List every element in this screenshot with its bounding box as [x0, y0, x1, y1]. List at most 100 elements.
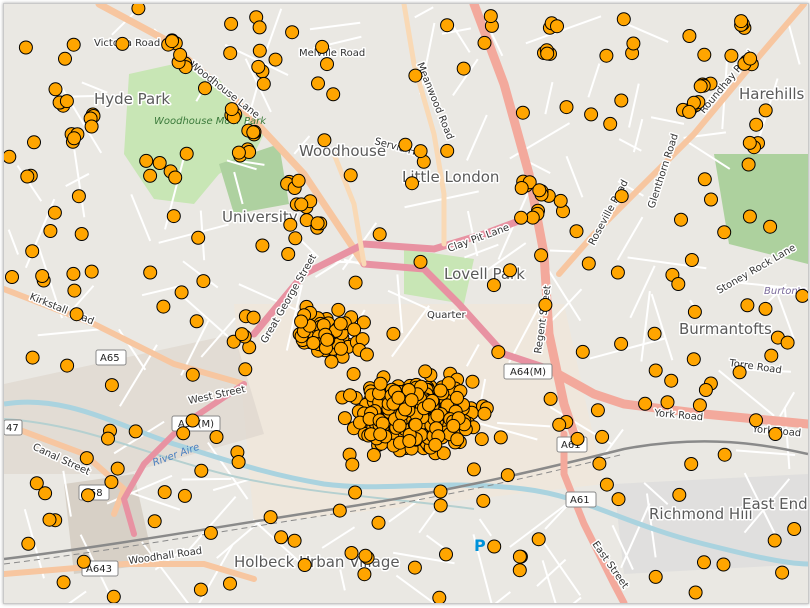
location-marker[interactable] — [724, 48, 739, 63]
location-marker[interactable] — [224, 16, 239, 31]
location-marker[interactable] — [173, 47, 188, 62]
location-marker[interactable] — [671, 277, 686, 291]
location-marker[interactable] — [693, 79, 708, 94]
location-marker[interactable] — [584, 107, 599, 122]
location-marker[interactable] — [320, 57, 334, 72]
location-marker[interactable] — [534, 248, 549, 263]
location-marker[interactable] — [48, 82, 63, 97]
location-marker[interactable] — [538, 297, 553, 312]
location-marker[interactable] — [344, 546, 359, 560]
location-marker[interactable] — [128, 424, 143, 439]
location-marker[interactable] — [697, 172, 712, 187]
location-marker[interactable] — [371, 515, 386, 530]
location-marker[interactable] — [334, 341, 348, 356]
location-marker[interactable] — [795, 288, 808, 303]
location-marker[interactable] — [268, 52, 283, 67]
location-marker[interactable] — [35, 269, 50, 283]
location-marker[interactable] — [402, 434, 417, 448]
location-marker[interactable] — [343, 388, 357, 403]
location-marker[interactable] — [315, 39, 330, 54]
location-marker[interactable] — [281, 247, 296, 261]
location-marker[interactable] — [682, 104, 697, 119]
location-marker[interactable] — [231, 455, 246, 469]
location-marker[interactable] — [366, 448, 381, 462]
location-marker[interactable] — [465, 374, 480, 389]
location-marker[interactable] — [486, 278, 501, 293]
location-marker[interactable] — [717, 225, 732, 240]
location-marker[interactable] — [359, 347, 374, 362]
location-marker[interactable] — [491, 345, 506, 360]
location-marker[interactable] — [732, 365, 747, 380]
location-marker[interactable] — [660, 395, 675, 410]
location-marker[interactable] — [60, 358, 75, 373]
location-marker[interactable] — [531, 532, 546, 547]
location-marker[interactable] — [476, 493, 491, 508]
location-marker[interactable] — [686, 352, 701, 367]
location-marker[interactable] — [5, 270, 19, 284]
location-marker[interactable] — [373, 427, 388, 442]
location-marker[interactable] — [743, 51, 758, 66]
location-marker[interactable] — [648, 363, 663, 378]
location-marker[interactable] — [408, 417, 423, 432]
location-marker[interactable] — [764, 348, 779, 363]
location-marker[interactable] — [734, 14, 749, 29]
location-marker[interactable] — [599, 477, 614, 492]
location-marker[interactable] — [422, 398, 436, 413]
location-marker[interactable] — [450, 390, 464, 405]
location-marker[interactable] — [196, 274, 211, 289]
location-marker[interactable] — [590, 403, 605, 418]
location-marker[interactable] — [614, 336, 629, 351]
location-marker[interactable] — [176, 426, 191, 441]
location-marker[interactable] — [42, 512, 57, 527]
location-marker[interactable] — [306, 336, 321, 350]
location-marker[interactable] — [512, 563, 527, 578]
location-marker[interactable] — [684, 457, 699, 471]
location-marker[interactable] — [512, 549, 527, 564]
location-marker[interactable] — [185, 413, 200, 428]
location-marker[interactable] — [246, 310, 261, 325]
location-marker[interactable] — [647, 326, 662, 341]
location-marker[interactable] — [157, 485, 172, 500]
location-marker[interactable] — [274, 530, 289, 545]
location-marker[interactable] — [614, 189, 629, 204]
map-canvas[interactable]: Woodhouse Little London Lovell Park Burm… — [4, 4, 808, 603]
location-marker[interactable] — [104, 475, 119, 489]
location-marker[interactable] — [532, 183, 547, 198]
location-marker[interactable] — [358, 548, 373, 563]
location-marker[interactable] — [285, 25, 300, 40]
location-marker[interactable] — [407, 560, 422, 575]
location-marker[interactable] — [152, 156, 167, 170]
location-marker[interactable] — [291, 173, 306, 188]
location-marker[interactable] — [439, 547, 453, 562]
location-marker[interactable] — [224, 102, 239, 117]
location-marker[interactable] — [198, 81, 212, 96]
location-marker[interactable] — [553, 193, 568, 208]
location-marker[interactable] — [610, 265, 625, 280]
location-marker[interactable] — [440, 143, 455, 158]
location-marker[interactable] — [66, 37, 81, 52]
location-marker[interactable] — [294, 197, 309, 212]
location-marker[interactable] — [348, 275, 363, 290]
location-marker[interactable] — [343, 168, 358, 183]
location-marker[interactable] — [487, 539, 502, 554]
location-marker[interactable] — [156, 299, 171, 314]
location-marker[interactable] — [252, 43, 267, 58]
location-marker[interactable] — [27, 135, 41, 150]
location-marker[interactable] — [688, 585, 703, 600]
location-marker[interactable] — [611, 492, 626, 507]
location-marker[interactable] — [697, 47, 712, 62]
location-marker[interactable] — [79, 451, 94, 466]
location-marker[interactable] — [348, 485, 363, 500]
location-marker[interactable] — [332, 503, 347, 518]
location-marker[interactable] — [115, 36, 130, 51]
location-marker[interactable] — [768, 427, 783, 441]
location-marker[interactable] — [38, 486, 53, 501]
location-marker[interactable] — [787, 522, 802, 536]
location-marker[interactable] — [25, 244, 40, 259]
location-marker[interactable] — [69, 307, 84, 322]
location-marker[interactable] — [56, 575, 71, 590]
location-marker[interactable] — [717, 447, 732, 462]
location-marker[interactable] — [704, 192, 718, 207]
location-marker[interactable] — [483, 9, 498, 24]
location-marker[interactable] — [433, 498, 448, 513]
